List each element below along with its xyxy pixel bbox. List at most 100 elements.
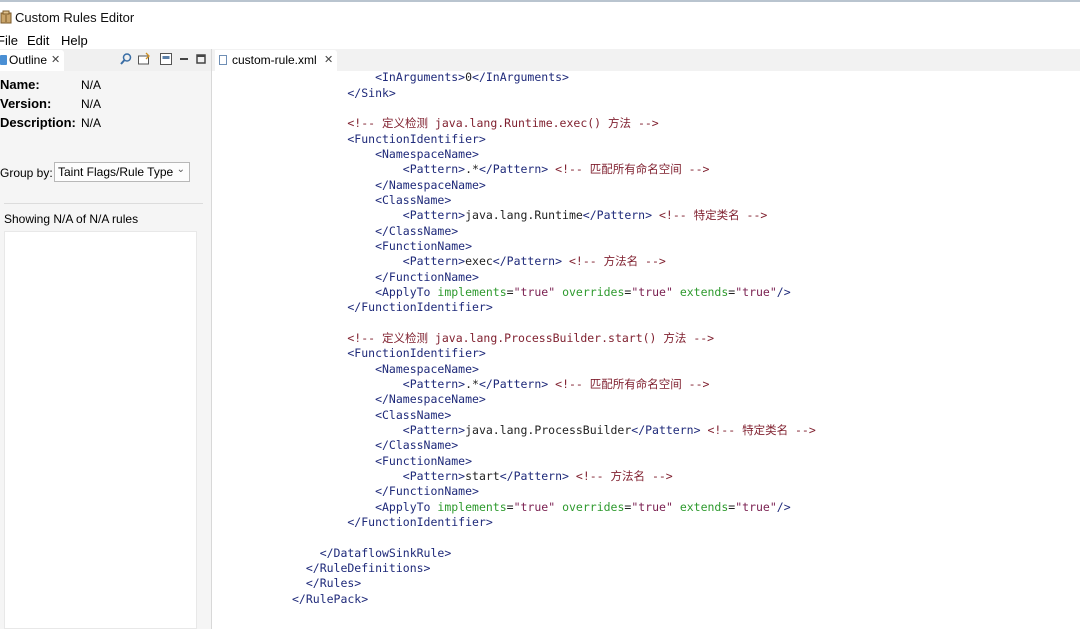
code-line: <Pattern>java.lang.ProcessBuilder</Patte… [292,423,816,438]
code-token: start [465,468,500,483]
code-editor[interactable]: <!-- 指定输入参数数量 --> <InArguments>0</InArgu… [212,71,1080,629]
code-token: <NamespaceName> [292,361,479,376]
folder-icon[interactable] [137,52,151,66]
search-icon[interactable] [119,52,133,66]
name-value: N/A [81,78,102,92]
code-line: </Rules> [292,576,361,591]
code-line: </NamespaceName> [292,178,486,193]
code-line: </ClassName> [292,438,458,453]
code-token: </FunctionName> [292,484,479,499]
maximize-icon[interactable] [194,52,208,66]
code-line: </NamespaceName> [292,392,486,407]
code-token: "true" [735,499,777,514]
code-token: <FunctionIdentifier> [292,131,486,146]
code-token: <Pattern> [292,422,466,437]
layout-icon[interactable] [159,52,173,66]
editor-area: custom-rule.xml ✕ <!-- 指定输入参数数量 --> <InA… [211,49,1080,629]
code-token: <Pattern> [292,468,466,483]
code-token: "true" [631,284,673,299]
code-token: "true" [735,284,777,299]
code-line: </RulePack> [292,592,368,607]
code-line: <FunctionIdentifier> [292,346,486,361]
code-token: </Pattern> [631,422,701,437]
code-token: </DataflowSinkRule> [292,545,452,560]
code-token: <!-- 特定类名 --> [707,422,816,437]
code-token: <NamespaceName> [292,146,479,161]
file-icon [219,55,227,65]
groupby-select[interactable]: Taint Flags/Rule Type ⌄ [54,162,190,182]
code-token: <!-- 匹配所有命名空间 --> [555,162,710,177]
code-token: /> [776,499,791,514]
code-token: "true" [513,499,556,514]
code-token: <!-- 定义检测 java.lang.Runtime.exec() 方法 --… [292,116,659,131]
code-line: <FunctionIdentifier> [292,132,486,147]
code-token: </RuleDefinitions> [292,560,431,575]
close-icon[interactable]: ✕ [51,53,60,66]
code-line: <ApplyTo implements="true" overrides="tr… [292,500,791,515]
close-icon[interactable]: ✕ [324,53,333,66]
menu-file[interactable]: File [0,33,18,48]
name-label: Name: [0,77,40,92]
code-line: </FunctionIdentifier> [292,300,493,315]
code-line: <Pattern>start</Pattern> <!-- 方法名 --> [292,469,673,484]
tab-outline[interactable]: Outline ✕ [0,50,64,71]
code-line: </FunctionName> [292,270,479,285]
groupby-selected-value: Taint Flags/Rule Type [58,165,174,179]
outline-icon [0,55,7,65]
code-token: <!-- 方法名 --> [575,468,673,483]
code-token: <FunctionName> [292,238,473,253]
code-line: <ClassName> [292,193,451,208]
code-line: <NamespaceName> [292,147,479,162]
code-token: implements [437,284,507,299]
code-token: "true" [513,284,556,299]
menu-edit[interactable]: Edit [27,33,49,48]
code-line: </RuleDefinitions> [292,560,431,576]
code-token: <!-- 特定类名 --> [658,208,768,223]
code-token: </Rules> [292,576,362,591]
tab-outline-label: Outline [9,53,48,67]
code-token: <FunctionName> [292,453,473,468]
code-line: <Pattern>java.lang.Runtime</Pattern> <!-… [292,208,768,223]
code-line: </FunctionName> [292,484,479,499]
code-token: implements [437,499,507,514]
groupby-label: Group by: [0,166,53,180]
menu-help[interactable]: Help [61,33,88,48]
code-token: </FunctionIdentifier> [292,300,493,315]
tab-file-label: custom-rule.xml [232,53,317,67]
code-line: <InArguments>0</InArguments> [292,71,569,85]
description-label: Description: [0,115,76,130]
app-icon [0,10,12,24]
code-line: <Pattern>.*</Pattern> <!-- 匹配所有命名空间 --> [292,376,710,392]
code-token: </Pattern> [499,468,569,483]
window-title: Custom Rules Editor [15,10,135,25]
minimize-icon[interactable] [177,52,191,66]
code-token: <!-- 匹配所有命名空间 --> [555,376,710,391]
code-line: <!-- 定义检测 java.lang.ProcessBuilder.start… [292,331,714,346]
code-token: <Pattern> [292,254,466,269]
code-token: <ApplyTo [292,284,438,299]
code-line: </FunctionIdentifier> [292,515,492,530]
code-token: <Pattern> [292,208,466,223]
code-token: overrides [562,499,625,514]
code-token: <Pattern> [292,376,466,391]
code-token: = [506,284,514,299]
code-token: </Pattern> [478,162,549,177]
code-token: = [506,499,514,514]
version-label: Version: [0,96,52,111]
tab-custom-rule-xml[interactable]: custom-rule.xml ✕ [215,50,337,71]
code-line: <ApplyTo implements="true" overrides="tr… [292,285,791,300]
menu-bar: File Edit Help [0,33,1080,49]
code-token: </InArguments> [472,71,569,85]
code-line: <NamespaceName> [292,362,479,377]
code-token: "true" [631,499,673,514]
outline-panel: Outline ✕ Name: N/A Version: N/A Descrip… [0,49,211,629]
code-token: <Pattern> [292,162,466,177]
description-value: N/A [81,116,102,130]
code-token: <ApplyTo [292,499,438,514]
version-value: N/A [81,97,102,111]
rules-list[interactable] [4,231,197,629]
code-token: </Pattern> [582,208,653,223]
